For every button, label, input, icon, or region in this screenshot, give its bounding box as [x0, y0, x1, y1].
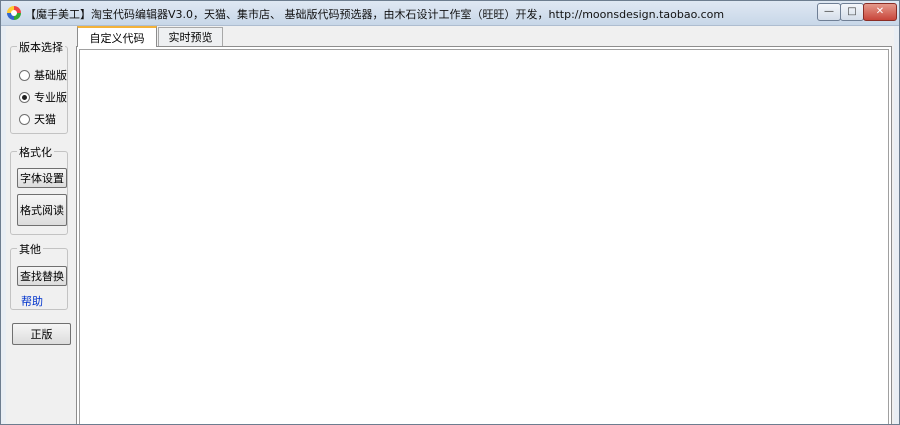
- app-window: 【魔手美工】淘宝代码编辑器V3.0，天猫、集市店、 基础版代码预选器，由木石设计…: [0, 0, 900, 425]
- version-group-title: 版本选择: [17, 39, 65, 55]
- radio-indicator-checked[interactable]: [19, 91, 30, 103]
- radio-pro-label: 专业版: [34, 91, 67, 104]
- radio-indicator[interactable]: [19, 69, 30, 81]
- find-replace-button[interactable]: 查找替换: [17, 266, 67, 286]
- radio-tmall-label: 天猫: [34, 113, 56, 126]
- format-group-title: 格式化: [17, 144, 54, 160]
- help-link[interactable]: 帮助: [21, 293, 43, 309]
- version-groupbox: 版本选择 基础版 专业版 天猫: [10, 39, 68, 134]
- maximize-button[interactable]: □: [840, 3, 864, 21]
- title-bar[interactable]: 【魔手美工】淘宝代码编辑器V3.0，天猫、集市店、 基础版代码预选器，由木石设计…: [1, 1, 899, 26]
- tab-live-preview[interactable]: 实时预览: [158, 27, 223, 46]
- minimize-icon: —: [824, 6, 834, 17]
- window-title: 【魔手美工】淘宝代码编辑器V3.0，天猫、集市店、 基础版代码预选器，由木石设计…: [25, 8, 725, 21]
- radio-tmall[interactable]: 天猫: [19, 111, 56, 127]
- client-area: 版本选择 基础版 专业版 天猫 格式化 字体设置 格式阅读 其他 查找替换 帮助…: [6, 26, 894, 424]
- font-settings-button[interactable]: 字体设置: [17, 168, 67, 188]
- radio-basic-label: 基础版: [34, 69, 67, 82]
- radio-pro[interactable]: 专业版: [19, 89, 67, 105]
- format-groupbox: 格式化 字体设置 格式阅读: [10, 144, 68, 235]
- minimize-button[interactable]: —: [817, 3, 841, 21]
- format-read-button[interactable]: 格式阅读: [17, 194, 67, 226]
- close-button[interactable]: ✕: [863, 3, 897, 21]
- maximize-icon: □: [847, 6, 857, 17]
- close-icon: ✕: [875, 6, 885, 17]
- radio-indicator[interactable]: [19, 113, 30, 125]
- tab-custom-code[interactable]: 自定义代码: [77, 26, 157, 47]
- other-group-title: 其他: [17, 241, 43, 257]
- genuine-button[interactable]: 正版: [12, 323, 71, 345]
- code-editor[interactable]: [79, 49, 889, 424]
- radio-basic[interactable]: 基础版: [19, 67, 67, 83]
- other-groupbox: 其他 查找替换 帮助: [10, 241, 68, 310]
- app-icon: [7, 6, 21, 20]
- tab-page: [76, 46, 892, 424]
